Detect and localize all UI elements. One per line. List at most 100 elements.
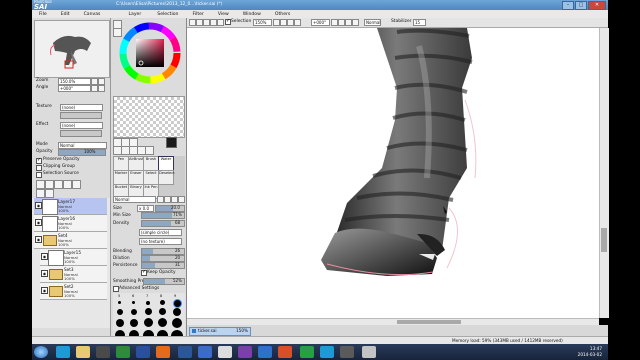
flip-horizontal-icon[interactable]: [352, 19, 359, 26]
delete-layer-icon[interactable]: [45, 189, 54, 198]
layer-folder-item[interactable]: ◉ Set3 Normal 100%: [40, 266, 107, 283]
visibility-icon[interactable]: ◉: [41, 270, 48, 277]
skype-icon[interactable]: [320, 346, 334, 358]
rotate-left-icon[interactable]: [91, 85, 98, 92]
brush-pen[interactable]: Pen: [113, 156, 129, 171]
transfer-down-icon[interactable]: [63, 180, 72, 189]
brush-size-dot-selected[interactable]: [173, 299, 182, 308]
brush-marker[interactable]: Marker: [113, 170, 129, 185]
media-player-icon[interactable]: [96, 346, 110, 358]
menu-others[interactable]: Others: [268, 12, 297, 17]
zoom-in-icon[interactable]: [280, 19, 287, 26]
chrome-icon[interactable]: [116, 346, 130, 358]
brush-shape-icon-4[interactable]: [178, 196, 185, 203]
brush-size-dot[interactable]: [117, 309, 123, 315]
nav-angle-value[interactable]: +000°: [58, 85, 91, 92]
word-icon[interactable]: [178, 346, 192, 358]
zoom-reset-icon[interactable]: [287, 19, 294, 26]
app-icon[interactable]: [238, 346, 252, 358]
app-icon[interactable]: [218, 346, 232, 358]
app-icon[interactable]: [300, 346, 314, 358]
size-slider[interactable]: [155, 205, 185, 212]
brush-size-dot[interactable]: [130, 319, 138, 327]
menu-canvas[interactable]: Canvas: [77, 12, 108, 17]
blend-mode-select[interactable]: Normal: [364, 19, 381, 26]
eyedropper-icon[interactable]: [145, 146, 154, 155]
selection-source-checkbox[interactable]: [36, 172, 42, 178]
brush-size-dot[interactable]: [146, 301, 150, 305]
vertical-scroll-thumb[interactable]: [601, 228, 607, 252]
angle-select[interactable]: +000°: [311, 19, 330, 26]
brush-shape-select[interactable]: (simple circle): [139, 229, 182, 236]
undo-icon[interactable]: [189, 19, 196, 26]
brush-size-dot[interactable]: [118, 301, 121, 304]
navigator-preview[interactable]: [34, 20, 110, 78]
nav-zoom-value[interactable]: 150.0%: [58, 78, 91, 85]
layer-item[interactable]: ◉ Layer17 Normal 100%: [34, 198, 107, 215]
redo-icon[interactable]: [196, 19, 203, 26]
skype-icon[interactable]: [56, 346, 70, 358]
brush-size-dot[interactable]: [145, 308, 152, 315]
layer-folder-item[interactable]: ◉ Set2 Normal 100%: [40, 283, 107, 300]
brush-size-dot[interactable]: [158, 318, 167, 327]
brush-size-dot[interactable]: [160, 300, 165, 305]
visibility-icon[interactable]: ◉: [35, 236, 42, 243]
menu-selection[interactable]: Selection: [150, 12, 185, 17]
brush-shape-icon-2[interactable]: [164, 196, 171, 203]
start-button-icon[interactable]: [34, 346, 48, 358]
zoom-fit-icon[interactable]: [294, 19, 301, 26]
visibility-icon[interactable]: ◉: [41, 287, 48, 294]
brush-texture-select[interactable]: (no texture): [139, 238, 182, 245]
zoom-in-icon[interactable]: [91, 78, 98, 85]
rotate-right-icon[interactable]: [338, 19, 345, 26]
brush-eraser[interactable]: Eraser: [128, 170, 144, 185]
stabilizer-select[interactable]: 15: [413, 19, 426, 26]
system-clock[interactable]: 13:47 2014-03-02: [578, 346, 602, 358]
maximize-button[interactable]: □: [575, 1, 587, 10]
foreground-color[interactable]: [166, 137, 177, 148]
size-multiplier[interactable]: x 0.0: [137, 205, 154, 212]
deselect-icon[interactable]: [203, 19, 210, 26]
firefox-icon[interactable]: [156, 346, 170, 358]
menu-view[interactable]: View: [211, 12, 236, 17]
brush-airbrush[interactable]: AirBrush: [128, 156, 144, 171]
minimize-button[interactable]: –: [562, 1, 574, 10]
brush-mode-select[interactable]: Normal: [113, 196, 156, 203]
drawing-canvas[interactable]: [187, 28, 599, 318]
brush-water[interactable]: Water: [158, 156, 174, 171]
texture-slider[interactable]: [60, 112, 102, 119]
opacity-slider[interactable]: [58, 149, 106, 156]
menu-window[interactable]: Window: [236, 12, 268, 17]
menu-edit[interactable]: Edit: [54, 12, 77, 17]
brush-size-dot[interactable]: [173, 308, 181, 316]
layer-item[interactable]: ◉ Layer16 Normal 100%: [34, 215, 107, 232]
new-layer-icon[interactable]: [36, 180, 45, 189]
effect-select[interactable]: (none): [60, 122, 103, 129]
hide-selection-icon[interactable]: [217, 19, 224, 26]
rotate-left-icon[interactable]: [331, 19, 338, 26]
horizontal-scroll-thumb[interactable]: [397, 320, 461, 324]
document-tab[interactable]: ticker.sai 150%: [189, 327, 251, 336]
menu-layer[interactable]: Layer: [121, 12, 148, 17]
brush-size-dot[interactable]: [159, 308, 166, 315]
scratchpad[interactable]: [113, 96, 185, 138]
app-w-icon[interactable]: [198, 346, 212, 358]
app-icon[interactable]: [340, 346, 354, 358]
color-wheel[interactable]: [119, 22, 181, 84]
close-button[interactable]: ✕: [588, 1, 606, 10]
brush-brush[interactable]: Brush: [143, 156, 159, 171]
reset-rotation-icon[interactable]: [345, 19, 352, 26]
zoom-select[interactable]: 150%: [253, 19, 272, 26]
new-linework-layer-icon[interactable]: [45, 180, 54, 189]
brush-size-dot[interactable]: [116, 319, 124, 327]
app-icon[interactable]: [258, 346, 272, 358]
rotate-right-icon[interactable]: [98, 85, 105, 92]
brush-size-dot[interactable]: [144, 318, 153, 327]
new-folder-icon[interactable]: [54, 180, 63, 189]
app-icon[interactable]: [278, 346, 292, 358]
brush-size-dot[interactable]: [172, 318, 182, 328]
layer-folder-item[interactable]: ◉ Set4 Normal 100%: [34, 232, 107, 249]
texture-select[interactable]: (none): [60, 104, 103, 111]
effect-slider[interactable]: [60, 130, 102, 137]
layer-item[interactable]: ◉ Layer15 Normal 100%: [40, 249, 107, 266]
